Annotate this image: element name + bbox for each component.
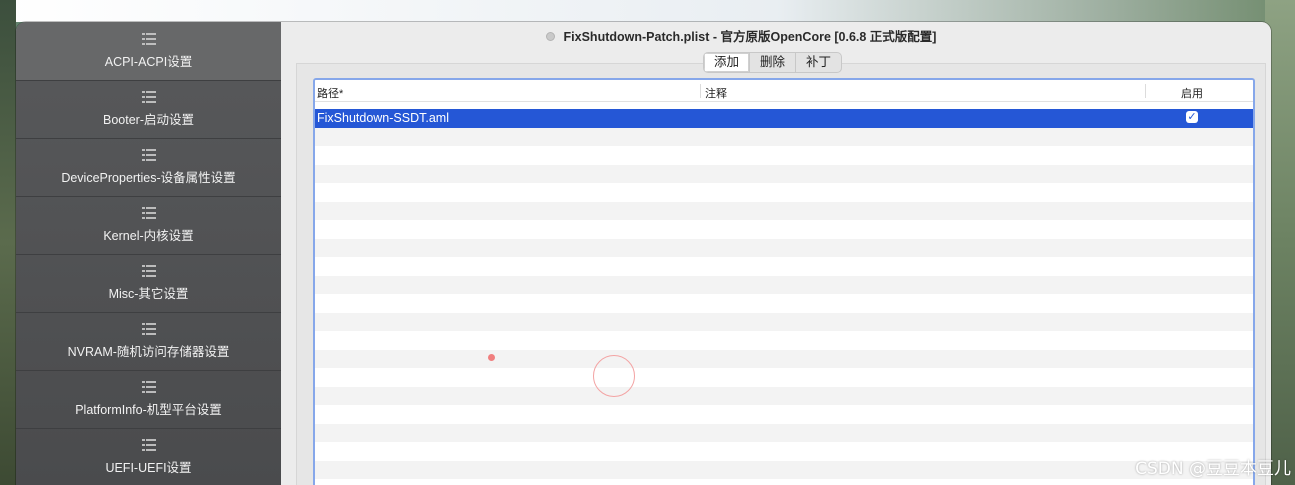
sidebar-item-label: ACPI-ACPI设置 <box>104 55 193 69</box>
sidebar-item-label: PlatformInfo-机型平台设置 <box>75 403 222 417</box>
tab-patch[interactable]: 补丁 <box>796 53 841 72</box>
tab-add[interactable]: 添加 <box>704 53 751 72</box>
sidebar-item-label: UEFI-UEFI设置 <box>105 461 192 475</box>
table-row-empty[interactable] <box>315 386 1253 405</box>
table-row-empty[interactable] <box>315 164 1253 183</box>
list-icon <box>141 149 156 161</box>
list-icon <box>141 323 156 335</box>
main-area: FixShutdown-Patch.plist - 官方原版OpenCore [… <box>281 22 1271 485</box>
list-icon <box>141 439 156 451</box>
sidebar-item[interactable]: Booter-启动设置 <box>16 80 281 139</box>
table-row-empty[interactable] <box>315 220 1253 239</box>
table-row-empty[interactable] <box>315 423 1253 442</box>
table-row[interactable]: FixShutdown-SSDT.aml ✓ <box>315 109 1253 128</box>
table-row-empty[interactable] <box>315 238 1253 257</box>
table-row-empty[interactable] <box>315 349 1253 368</box>
window-title: FixShutdown-Patch.plist - 官方原版OpenCore [… <box>563 29 937 44</box>
table-row-empty[interactable] <box>315 460 1253 479</box>
sidebar-item[interactable]: Kernel-内核设置 <box>16 196 281 255</box>
acpi-table[interactable]: 路径* 注释 启用 FixShutdown-SSDT.aml ✓ <box>313 78 1255 485</box>
table-row-empty[interactable] <box>315 257 1253 276</box>
table-row-empty[interactable] <box>315 442 1253 461</box>
sidebar-item-label: Kernel-内核设置 <box>103 229 194 243</box>
table-row-empty[interactable] <box>315 146 1253 165</box>
table-header: 路径* 注释 启用 <box>315 80 1253 102</box>
sidebar-item-label: NVRAM-随机访问存储器设置 <box>67 345 230 359</box>
table-row-empty[interactable] <box>315 368 1253 387</box>
table-body: FixShutdown-SSDT.aml ✓ <box>315 109 1253 479</box>
touch-ring <box>593 355 635 397</box>
sidebar-item[interactable]: ACPI-ACPI设置 <box>16 22 281 81</box>
column-header-enabled[interactable]: 启用 <box>1181 85 1203 101</box>
table-row-empty[interactable] <box>315 201 1253 220</box>
sidebar-item[interactable]: NVRAM-随机访问存储器设置 <box>16 312 281 371</box>
tab-delete[interactable]: 删除 <box>750 53 797 72</box>
sidebar: ACPI-ACPI设置 Booter-启动设置 DeviceProperties-设… <box>16 22 281 485</box>
list-icon <box>141 91 156 103</box>
table-row-empty[interactable] <box>315 183 1253 202</box>
document-dot-icon <box>545 31 555 41</box>
table-row-empty[interactable] <box>315 294 1253 313</box>
segmented-control: 添加 删除 补丁 <box>703 52 843 73</box>
table-row-empty[interactable] <box>315 405 1253 424</box>
sidebar-item[interactable]: Misc-其它设置 <box>16 254 281 313</box>
watermark: CSDN @豆豆本豆儿 <box>1135 459 1291 479</box>
table-row-empty[interactable] <box>315 127 1253 146</box>
column-divider[interactable] <box>700 84 701 98</box>
list-icon <box>141 33 156 45</box>
enabled-checkbox[interactable]: ✓ <box>1186 111 1198 123</box>
column-header-comment[interactable]: 注释 <box>705 85 727 101</box>
list-icon <box>141 207 156 219</box>
list-icon <box>141 265 156 277</box>
app-window: ACPI-ACPI设置 Booter-启动设置 DeviceProperties-设… <box>16 22 1271 485</box>
cell-path[interactable]: FixShutdown-SSDT.aml <box>317 111 449 125</box>
sidebar-item[interactable]: DeviceProperties-设备属性设置 <box>16 138 281 197</box>
touch-indicator <box>488 354 495 361</box>
table-row-empty[interactable] <box>315 312 1253 331</box>
table-row-empty[interactable] <box>315 331 1253 350</box>
sidebar-item-label: Misc-其它设置 <box>108 287 189 301</box>
column-header-path[interactable]: 路径* <box>317 85 343 101</box>
list-icon <box>141 381 156 393</box>
table-row-empty[interactable] <box>315 275 1253 294</box>
sidebar-item-label: Booter-启动设置 <box>103 113 194 127</box>
column-divider[interactable] <box>1145 84 1146 98</box>
sidebar-item-label: DeviceProperties-设备属性设置 <box>61 171 236 185</box>
desktop-wallpaper-top <box>0 0 1295 22</box>
desktop-wallpaper-left <box>0 0 16 485</box>
sidebar-item[interactable]: UEFI-UEFI设置 <box>16 428 281 485</box>
title-bar: FixShutdown-Patch.plist - 官方原版OpenCore [… <box>281 22 1271 48</box>
sidebar-item[interactable]: PlatformInfo-机型平台设置 <box>16 370 281 429</box>
